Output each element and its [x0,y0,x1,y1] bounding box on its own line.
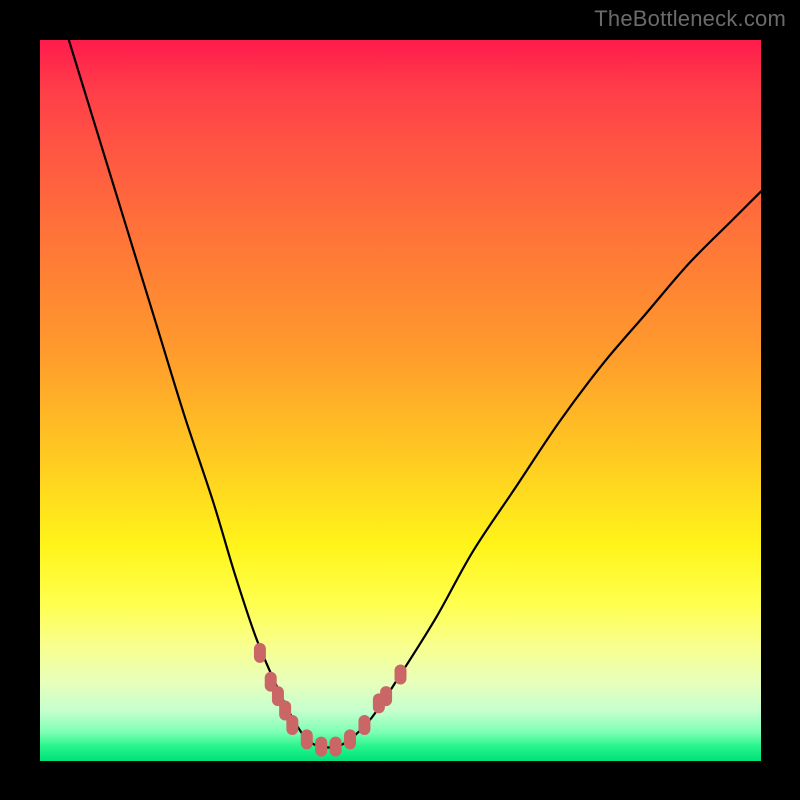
marker-group [254,643,407,757]
marker-dot [395,664,407,684]
watermark-text: TheBottleneck.com [594,6,786,32]
curve-layer [40,40,761,761]
marker-dot [301,729,313,749]
marker-dot [330,737,342,757]
marker-dot [315,737,327,757]
marker-dot [358,715,370,735]
chart-frame: TheBottleneck.com [0,0,800,800]
marker-dot [380,686,392,706]
bottleneck-curve [40,0,761,747]
marker-dot [254,643,266,663]
marker-dot [344,729,356,749]
marker-dot [286,715,298,735]
plot-area [40,40,761,761]
